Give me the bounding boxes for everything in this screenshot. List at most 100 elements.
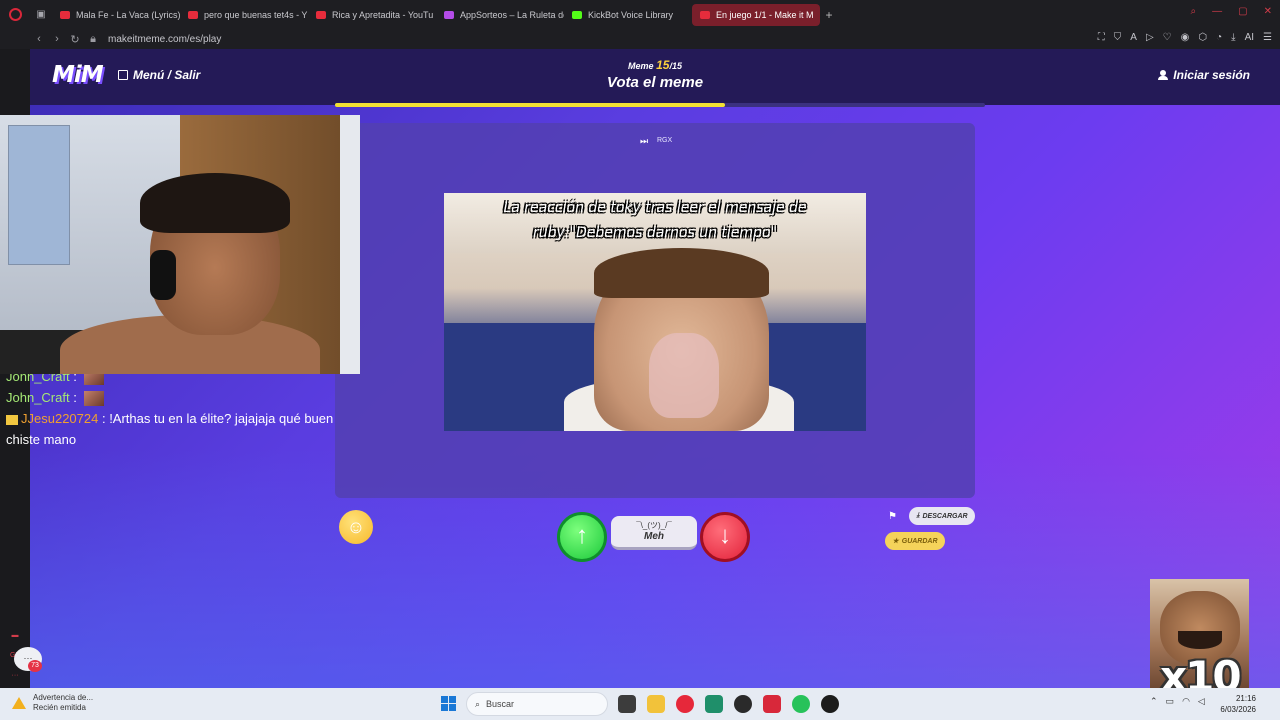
account-icon[interactable]: ◔ <box>1216 32 1222 43</box>
star-icon: ★ <box>892 538 899 545</box>
close-icon[interactable]: ✕ <box>1264 6 1272 17</box>
shield-icon[interactable]: ⛉ <box>1114 32 1122 43</box>
browser-tab[interactable]: Rica y Apretadita - YouTu <box>308 4 436 26</box>
meme-caption: La reacción de toky tras leer el mensaje… <box>503 200 807 241</box>
downvote-button[interactable]: ↓ <box>700 512 750 562</box>
webcam-shelf-edge <box>340 115 360 374</box>
whatsapp-icon[interactable] <box>792 695 810 713</box>
network-icon[interactable]: ▭ <box>1166 696 1175 707</box>
wifi-icon[interactable]: ◠ <box>1182 696 1190 707</box>
download-icon[interactable]: ⤓ <box>1231 32 1235 43</box>
file-explorer-icon[interactable] <box>647 695 665 713</box>
reload-icon[interactable]: ↻ <box>66 33 84 46</box>
tab-label: Rica y Apretadita - YouTu <box>332 9 434 20</box>
extension-icons: ⛶ ⛉ A ▷ ♡ ◉ ⬡ ◔ ⤓ AI ☰ <box>1098 32 1272 43</box>
tab-overview-icon[interactable]: ▣ <box>30 9 52 20</box>
report-flag-icon[interactable]: ⚑ <box>888 511 897 522</box>
ai-button[interactable]: AI <box>1245 32 1254 43</box>
play-icon[interactable]: ▷ <box>1146 32 1154 43</box>
search-icon: ⌕ <box>475 698 481 709</box>
chevron-up-icon[interactable]: ⌃ <box>1150 696 1158 707</box>
windows-taskbar: Advertencia de... Recién emitida ⌕ Busca… <box>0 688 1280 720</box>
task-view-icon[interactable] <box>618 695 636 713</box>
webcam-person-hair <box>140 173 290 233</box>
top-navigation: MiM Menú / Salir Meme 15/15 Vota el meme… <box>30 49 1280 105</box>
browser-tab[interactable]: KickBot Voice Library <box>564 4 692 26</box>
chat-username: JJesu220724 <box>21 411 99 426</box>
rgx-button[interactable]: RGX <box>657 137 672 144</box>
chat-message-continued: chiste mano <box>0 429 365 450</box>
chat-text: !Arthas tu en la élite? jajajaja qué bue… <box>109 411 334 426</box>
window-controls: ⌕ — ▢ ✕ <box>1191 6 1272 17</box>
page-title: Vota el meme <box>606 74 704 91</box>
volume-icon[interactable]: ◁ <box>1198 696 1205 707</box>
save-button[interactable]: ★ GUARDAR <box>885 532 945 550</box>
counter-current: 15 <box>656 58 670 72</box>
skip-icon[interactable]: ⏭ <box>634 136 654 148</box>
meme-counter: Meme 15/15 <box>30 58 1280 72</box>
counter-prefix: Meme <box>628 61 654 71</box>
download-button[interactable]: ⤓ DESCARGAR <box>909 507 975 525</box>
webcam-poster <box>8 125 70 265</box>
meh-button[interactable]: ¯\_(ツ)_/¯ Meh <box>611 516 697 550</box>
translate-icon[interactable]: A <box>1130 32 1137 43</box>
search-tabs-icon[interactable]: ⌕ <box>1191 6 1197 17</box>
kickbot-icon <box>572 10 582 19</box>
taskbar-search[interactable]: ⌕ Buscar <box>466 692 608 716</box>
login-button[interactable]: Iniciar sesión <box>1158 68 1250 82</box>
emoji-reaction-button[interactable]: ☺ <box>339 510 373 544</box>
system-tray: ⌃ ▭ ◠ ◁ <box>1150 696 1205 707</box>
notification-badge: 73 <box>28 660 42 672</box>
recorder-icon[interactable] <box>821 695 839 713</box>
notification-toast[interactable]: Advertencia de... Recién emitida <box>12 693 93 713</box>
chat-text: chiste mano <box>6 432 77 447</box>
meme-photo-hair <box>594 248 769 298</box>
notepad-icon[interactable] <box>705 695 723 713</box>
notification-title: Advertencia de... <box>33 693 94 702</box>
chat-message: John_Craft : <box>0 387 365 408</box>
url-field[interactable]: makeitmeme.com/es/play <box>108 34 221 45</box>
chat-emote <box>84 391 105 407</box>
menu-icon[interactable]: ☰ <box>1263 32 1272 43</box>
download-label: DESCARGAR <box>922 512 968 520</box>
browser-tab[interactable]: AppSorteos – La Ruleta de <box>436 4 564 26</box>
youtube-icon <box>188 10 198 19</box>
tab-label: AppSorteos – La Ruleta de <box>460 9 564 20</box>
tab-label: En juego 1/1 - Make it M <box>716 9 814 20</box>
chat-username: John_Craft <box>6 390 70 405</box>
obs-icon[interactable] <box>734 695 752 713</box>
stream-chat: John_Craft : John_Craft : JJesu220724 : … <box>0 366 365 450</box>
upvote-button[interactable]: ↑ <box>557 512 607 562</box>
heart-icon[interactable]: ♡ <box>1163 32 1172 43</box>
meme-overlay-mouth <box>1178 631 1222 649</box>
webcam-headset <box>150 250 176 300</box>
sidebar-more-icon[interactable]: ··· <box>8 672 22 682</box>
meh-shrug: ¯\_(ツ)_/¯ <box>636 521 672 530</box>
chat-separator: : <box>98 411 110 426</box>
login-label: Iniciar sesión <box>1173 68 1250 82</box>
app-icon[interactable] <box>763 695 781 713</box>
clock-date: 6/03/2026 <box>1220 705 1256 714</box>
counter-total: /15 <box>669 61 682 71</box>
snapshot-icon[interactable]: ⛶ <box>1098 32 1105 43</box>
forward-icon[interactable]: › <box>48 33 66 45</box>
webcam-overlay <box>0 115 360 374</box>
meme-card: ⏭ RGX La reacción de toky tras leer el m… <box>335 123 975 498</box>
meme-photo-glass <box>649 333 719 418</box>
minimize-icon[interactable]: — <box>1212 6 1222 17</box>
tab-label: KickBot Voice Library <box>588 9 674 20</box>
meh-label: Meh <box>644 531 664 542</box>
back-icon[interactable]: ‹ <box>30 33 48 45</box>
maximize-icon[interactable]: ▢ <box>1238 6 1247 17</box>
audio-icon[interactable]: ◉ <box>1181 32 1190 43</box>
browser-tab[interactable]: pero que buenas tet4s - Y <box>180 4 308 26</box>
opera-logo-icon[interactable] <box>0 0 30 29</box>
new-tab-icon[interactable]: + <box>820 8 838 22</box>
opera-icon[interactable] <box>676 695 694 713</box>
taskbar-clock[interactable]: 21:16 6/03/2026 <box>1220 693 1256 715</box>
start-icon[interactable] <box>441 696 456 711</box>
sidebar-icon[interactable]: ▬ <box>8 632 22 642</box>
browser-tab[interactable]: Mala Fe - La Vaca (Lyrics) <box>52 4 180 26</box>
extensions-icon[interactable]: ⬡ <box>1198 32 1207 43</box>
browser-tab-active[interactable]: En juego 1/1 - Make it M <box>692 3 820 26</box>
